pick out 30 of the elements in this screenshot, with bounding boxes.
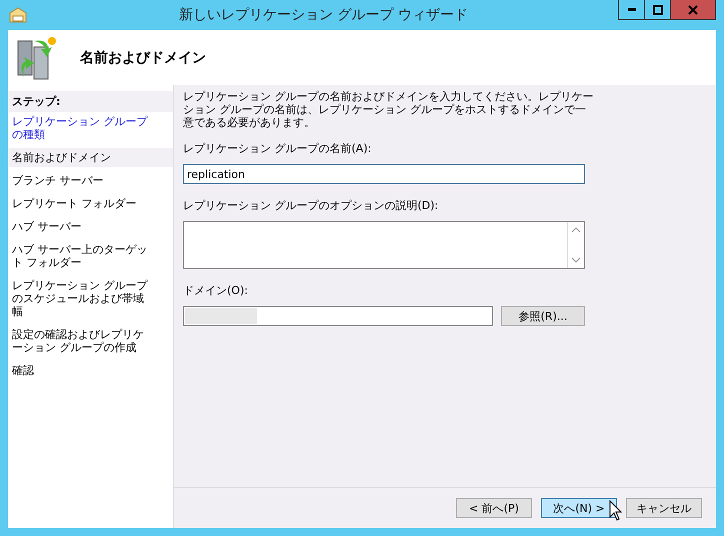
step-item[interactable]: ハブ サーバー (8, 217, 173, 236)
close-icon (688, 4, 698, 14)
close-button[interactable] (670, 0, 716, 20)
step-item[interactable]: レプリケーション グループの種類 (8, 112, 173, 144)
wizard-button[interactable]: 次へ(N) > (541, 498, 617, 518)
name-field[interactable]: replication (183, 164, 585, 184)
wizard-button[interactable]: < 前へ(P) (456, 498, 532, 518)
minimize-icon (628, 8, 636, 11)
instructions-text: レプリケーション グループの名前およびドメインを入力してください。レプリケーション グループの名前は、レプリケーション グループをホストするドメインで一意である必要があります。 (183, 90, 594, 129)
domain-field[interactable] (183, 306, 493, 326)
field-label: ドメイン(O): (183, 283, 249, 298)
page-title: 名前およびドメイン (80, 48, 206, 66)
step-item[interactable]: ブランチ サーバー (8, 171, 173, 190)
step-item[interactable]: レプリケーション グループのスケジュールおよび帯域幅 (8, 276, 173, 321)
browse-button[interactable]: 参照(R)... (501, 306, 585, 326)
mouse-pointer-icon (609, 500, 623, 522)
field-label: レプリケーション グループの名前(A): (183, 141, 372, 156)
description-field[interactable] (183, 221, 585, 269)
steps-heading: ステップ: (8, 91, 173, 112)
step-item[interactable]: レプリケート フォルダー (8, 194, 173, 213)
step-item[interactable]: 確認 (8, 361, 173, 380)
maximize-icon (652, 4, 662, 14)
step-item[interactable]: 名前およびドメイン (8, 148, 173, 167)
step-item[interactable]: 設定の確認およびレプリケーション グループの作成 (8, 325, 173, 357)
field-label: レプリケーション グループのオプションの説明(D): (183, 198, 440, 213)
minimize-button[interactable] (618, 0, 645, 20)
wizard-button[interactable]: キャンセル (626, 498, 702, 518)
wizard-icon (8, 7, 28, 23)
step-item[interactable]: ハブ サーバー上のターゲット フォルダー (8, 240, 173, 272)
window-title: 新しいレプリケーション グループ ウィザード (178, 6, 469, 24)
